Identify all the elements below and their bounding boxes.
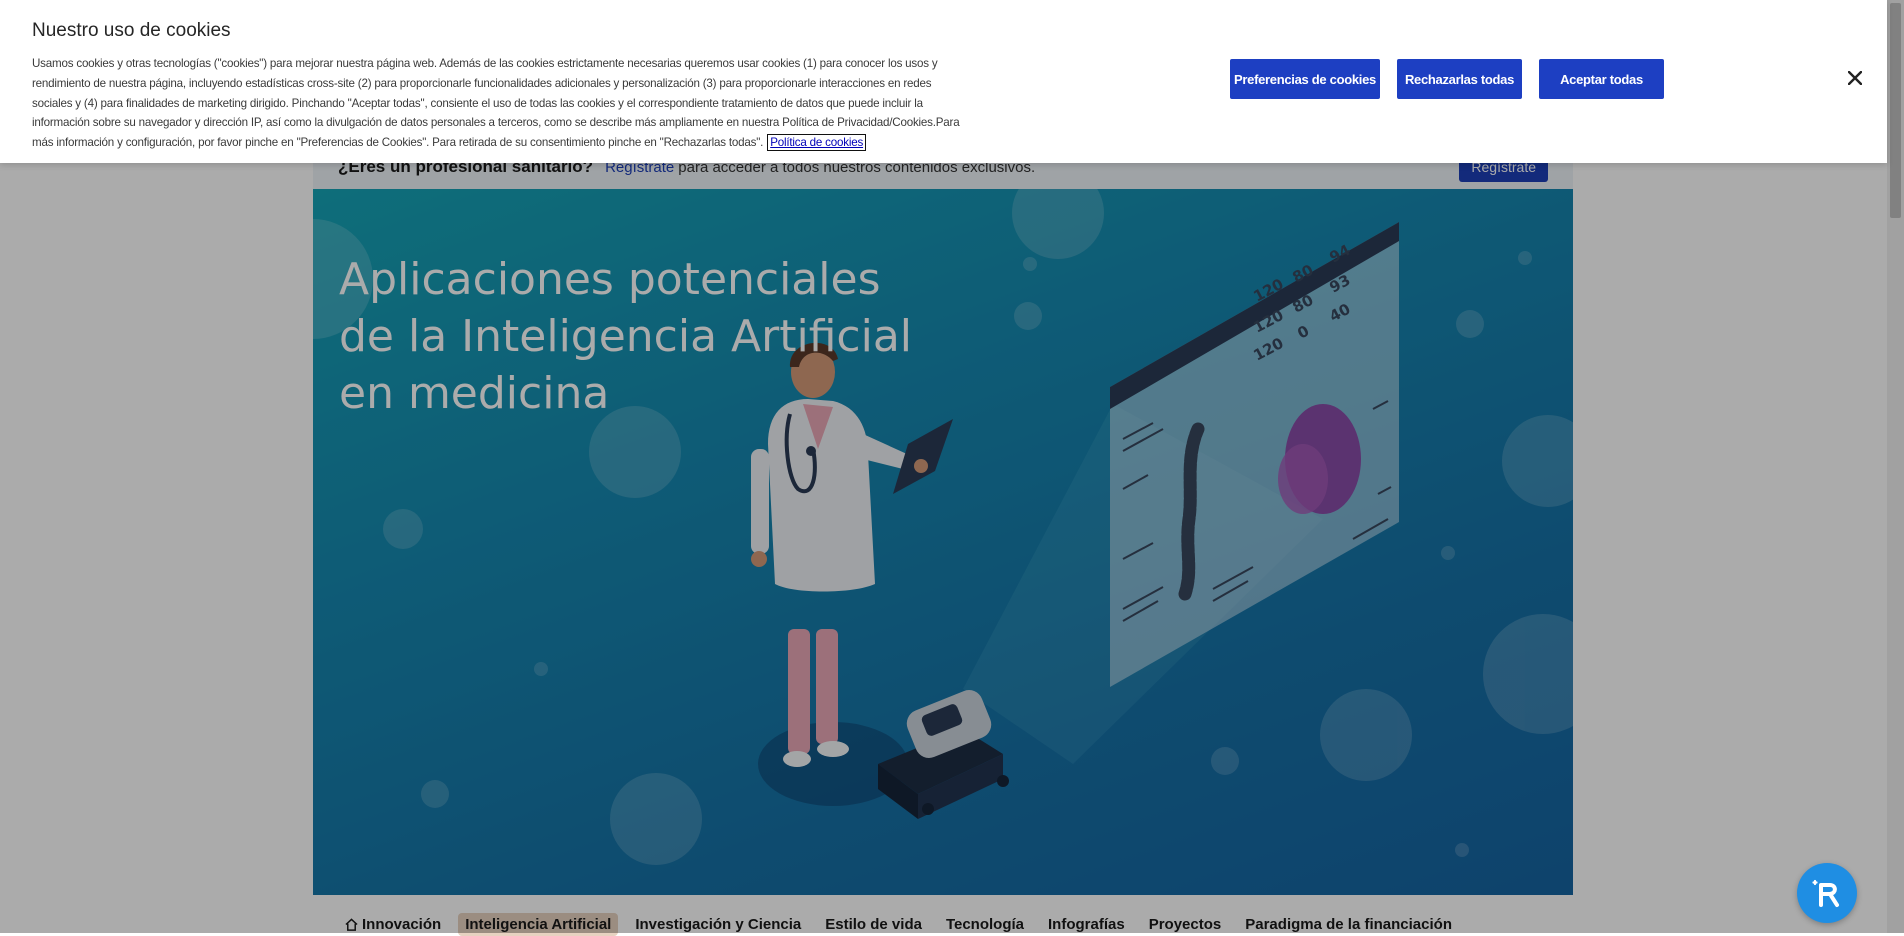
cookie-text-line: rendimiento de nuestra página, incluyend… xyxy=(32,76,932,90)
cookie-text-line-last: más información y configuración, por fav… xyxy=(32,133,1032,153)
assistant-icon xyxy=(1812,879,1839,907)
cookie-text-line: más información y configuración, por fav… xyxy=(32,136,764,150)
cookie-policy-link[interactable]: Política de cookies xyxy=(767,134,867,152)
cookie-description: Usamos cookies y otras tecnologías ("coo… xyxy=(32,54,1032,153)
cookie-text-line: Usamos cookies y otras tecnologías ("coo… xyxy=(32,57,938,70)
reject-all-button[interactable]: Rechazarlas todas xyxy=(1397,59,1522,99)
cookie-text-line: sociales y (4) para finalidades de marke… xyxy=(32,96,923,110)
accept-all-button[interactable]: Aceptar todas xyxy=(1539,59,1664,99)
assistant-button[interactable] xyxy=(1797,863,1857,923)
cookie-banner-title: Nuestro uso de cookies xyxy=(32,20,231,41)
cookie-preferences-button[interactable]: Preferencias de cookies xyxy=(1230,59,1380,99)
close-icon xyxy=(1848,71,1862,85)
cookie-banner: Nuestro uso de cookies Usamos cookies y … xyxy=(0,0,1887,163)
cookie-text-line: información sobre su navegador y direcci… xyxy=(32,116,960,130)
close-button[interactable] xyxy=(1843,66,1867,90)
